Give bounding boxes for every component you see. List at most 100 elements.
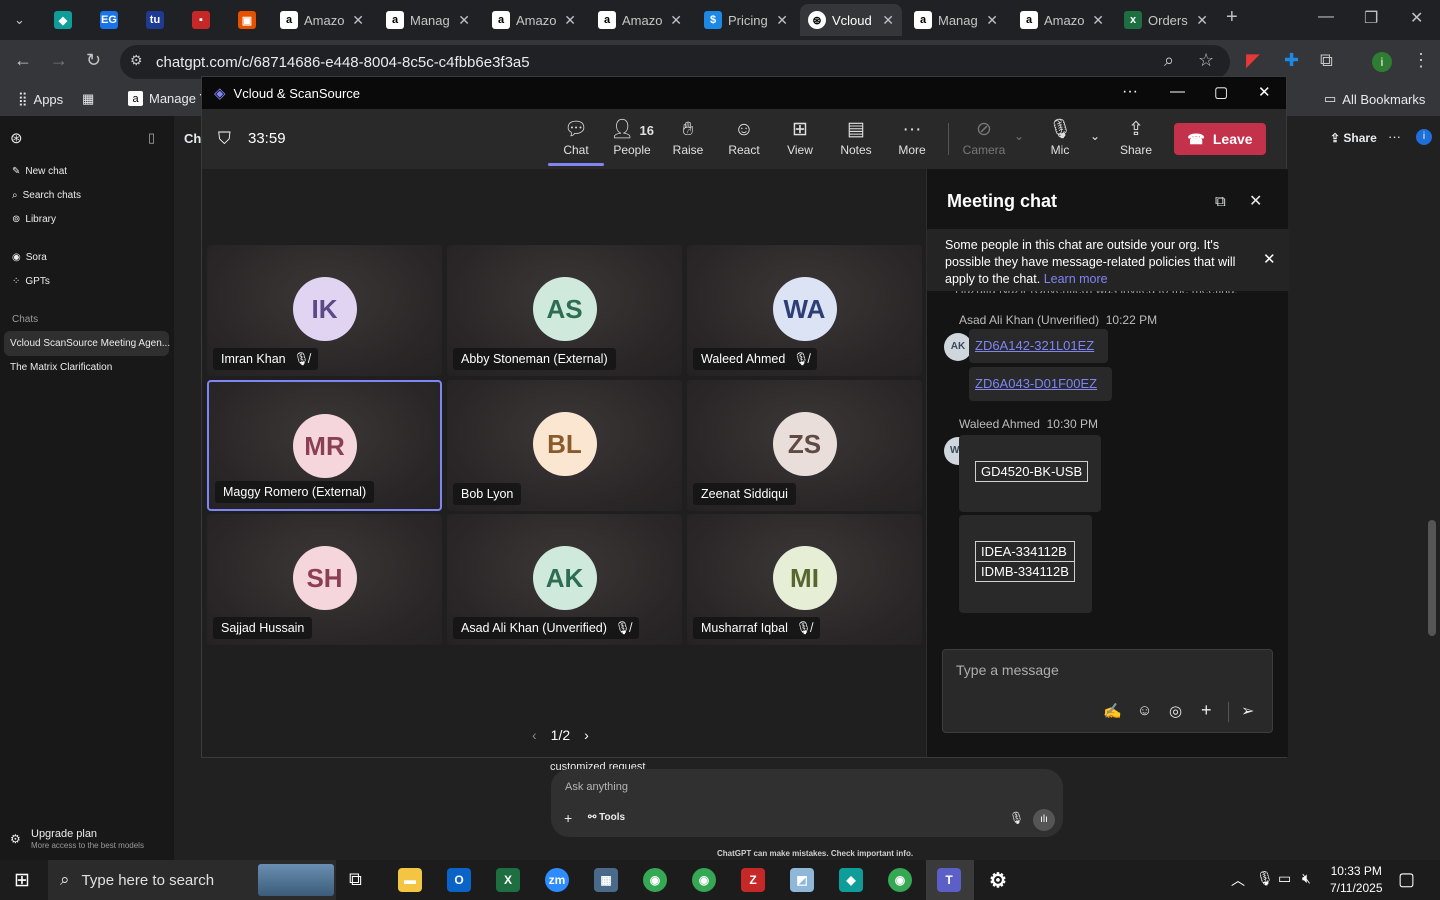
app-diamond-icon[interactable]: ◆ (839, 868, 863, 892)
profile-avatar-icon[interactable]: i (1416, 129, 1432, 145)
system-clock[interactable]: 10:33 PM 7/11/2025 (1330, 863, 1383, 897)
share-content-button[interactable]: ⇪ Share (1108, 117, 1164, 157)
pinned-tab[interactable]: ▣ (230, 4, 260, 36)
extension-red-icon[interactable]: ◤ (1246, 50, 1260, 71)
leave-button[interactable]: ☎︎ Leave (1174, 123, 1266, 155)
plus-icon[interactable]: + (564, 810, 572, 826)
close-icon[interactable]: ✕ (986, 12, 998, 29)
excel-icon[interactable]: X (496, 868, 520, 892)
chat-item[interactable]: The Matrix Clarification (10, 362, 112, 373)
maximize-icon[interactable]: ▢ (1214, 83, 1228, 101)
sora-item[interactable]: ◉ Sora (12, 252, 47, 263)
format-icon[interactable]: ✍ (1103, 702, 1122, 720)
previous-page-icon[interactable]: ‹ (532, 727, 537, 743)
zoom-icon[interactable]: ⌕ (1164, 50, 1174, 71)
participant-tile[interactable]: BL Bob Lyon (447, 380, 682, 511)
close-icon[interactable]: ✕ (458, 12, 470, 29)
kebab-menu-icon[interactable]: ⋮ (1412, 50, 1430, 71)
teams-icon[interactable]: T (937, 868, 961, 892)
profile-avatar-icon[interactable]: i (1372, 52, 1392, 72)
scrollbar-thumb[interactable] (1428, 520, 1436, 636)
pinned-tab[interactable]: ▪ (184, 4, 214, 36)
tab-amazon-4[interactable]: a Amazo ✕ (1012, 4, 1112, 36)
tray-mic-icon[interactable]: 🎙︎ (1256, 870, 1274, 887)
tools-button[interactable]: ⚯ Tools (588, 812, 625, 823)
participant-tile[interactable]: SH Sajjad Hussain (207, 514, 442, 645)
close-window-icon[interactable]: ✕ (1410, 8, 1423, 28)
site-info-icon[interactable]: ⚙ (130, 52, 143, 69)
bookmark-apps[interactable]: ⣿ Apps (18, 91, 63, 107)
forward-icon[interactable]: → (50, 50, 68, 71)
close-chat-icon[interactable]: ✕ (1249, 191, 1262, 211)
react-button[interactable]: ☺ React (716, 117, 772, 157)
tab-amazon-1[interactable]: a Amazo ✕ (272, 4, 372, 36)
library-item[interactable]: ⊚ Library (12, 214, 56, 225)
ask-input-box[interactable]: Ask anything + ⚯ Tools 🎙 ılı (551, 769, 1063, 837)
microphone-icon[interactable]: 🎙 (1009, 811, 1024, 825)
compose-message-box[interactable]: Type a message ✍ ☺ ◎ + ➢ (942, 649, 1273, 733)
more-button[interactable]: ··· More (884, 117, 940, 157)
extensions-puzzle-icon[interactable]: ⧉ (1320, 50, 1333, 71)
volume-icon[interactable]: 🔇︎ (1302, 870, 1311, 887)
settings-gear-icon[interactable]: ⚙ (986, 868, 1010, 892)
task-view-icon[interactable]: ⧉ (349, 869, 362, 890)
attach-plus-icon[interactable]: + (1201, 700, 1212, 721)
participant-tile-selected[interactable]: MR Maggy Romero (External) (207, 380, 442, 511)
people-button[interactable]: 👤︎ 16 People (604, 117, 660, 157)
close-icon[interactable]: ✕ (564, 12, 576, 29)
pinned-tab[interactable]: ◆ (46, 4, 76, 36)
tab-amazon-2[interactable]: a Amazo ✕ (484, 4, 584, 36)
participant-tile[interactable]: MI Musharraf Iqbal 🎙︎̸ (687, 514, 922, 645)
close-icon[interactable]: ✕ (670, 12, 682, 29)
app-tile-icon[interactable]: ◩ (790, 868, 814, 892)
participant-tile[interactable]: WA Waleed Ahmed 🎙︎̸ (687, 245, 922, 376)
notifications-icon[interactable]: ▢ (1398, 869, 1415, 890)
notes-button[interactable]: ▤ Notes (828, 117, 884, 157)
more-icon[interactable]: ··· (1388, 129, 1401, 144)
close-icon[interactable]: ✕ (352, 12, 364, 29)
chrome-profile-icon[interactable]: ◉ (692, 868, 716, 892)
tab-search-button[interactable]: ⌄ (6, 4, 34, 36)
bookmark-manage[interactable]: a Manage Y (128, 91, 208, 106)
participant-tile[interactable]: ZS Zeenat Siddiqui (687, 380, 922, 511)
back-icon[interactable]: ← (14, 50, 32, 71)
close-icon[interactable]: ✕ (1092, 12, 1104, 29)
mic-options-chevron-icon[interactable]: ⌄ (1090, 129, 1100, 143)
participant-tile[interactable]: IK Imran Khan 🎙︎̸ (207, 245, 442, 376)
close-icon[interactable]: ✕ (1196, 12, 1208, 29)
openai-logo-icon[interactable]: ⊛ (10, 129, 23, 147)
raise-hand-button[interactable]: ✋︎ Raise (660, 117, 716, 157)
reload-icon[interactable]: ↻ (86, 50, 101, 71)
message-link[interactable]: ZD6A043-D01F00EZ (975, 376, 1097, 391)
mic-button[interactable]: 🎙︎ Mic (1032, 117, 1088, 157)
taskbar-search[interactable]: ⌕ Type here to search (48, 860, 336, 900)
new-chat-item[interactable]: ✎ New chat (12, 166, 67, 177)
close-icon[interactable]: ✕ (776, 12, 788, 29)
camera-options-chevron-icon[interactable]: ⌄ (1014, 129, 1024, 143)
emoji-icon[interactable]: ☺ (1137, 702, 1152, 719)
view-button[interactable]: ⊞ View (772, 117, 828, 157)
address-bar[interactable]: ⚙ chatgpt.com/c/68714686-e448-8004-8c5c-… (120, 45, 1230, 79)
loop-icon[interactable]: ◎ (1169, 702, 1182, 720)
pinned-tab[interactable]: EG (92, 4, 122, 36)
tab-manage-1[interactable]: a Manag ✕ (378, 4, 478, 36)
minimize-icon[interactable]: — (1318, 8, 1334, 26)
chrome-icon[interactable]: ◉ (643, 868, 667, 892)
dismiss-banner-icon[interactable]: ✕ (1263, 251, 1276, 268)
camera-button[interactable]: ⊘ Camera (956, 117, 1012, 157)
close-icon[interactable]: ✕ (882, 12, 894, 29)
network-icon[interactable]: ▭ (1278, 870, 1291, 887)
tab-pricing[interactable]: $ Pricing ✕ (696, 4, 796, 36)
tab-manage-2[interactable]: a Manag ✕ (906, 4, 1006, 36)
gpts-item[interactable]: ⁘ GPTs (12, 276, 50, 287)
tab-vcloud-active[interactable]: ⊛ Vcloud ✕ (800, 4, 902, 36)
sidebar-toggle-icon[interactable]: ▯ (148, 130, 155, 146)
restore-icon[interactable]: ❐ (1364, 8, 1378, 28)
close-icon[interactable]: ✕ (1258, 83, 1271, 101)
tab-amazon-3[interactable]: a Amazo ✕ (590, 4, 690, 36)
zoom-icon[interactable]: zm (545, 868, 569, 892)
chrome-alt-icon[interactable]: ◉ (888, 868, 912, 892)
bookmark-grid[interactable]: ▦ (82, 91, 94, 107)
tray-chevron-up-icon[interactable]: ︿ (1231, 870, 1245, 890)
windows-start-icon[interactable]: ⊞ (14, 869, 30, 892)
